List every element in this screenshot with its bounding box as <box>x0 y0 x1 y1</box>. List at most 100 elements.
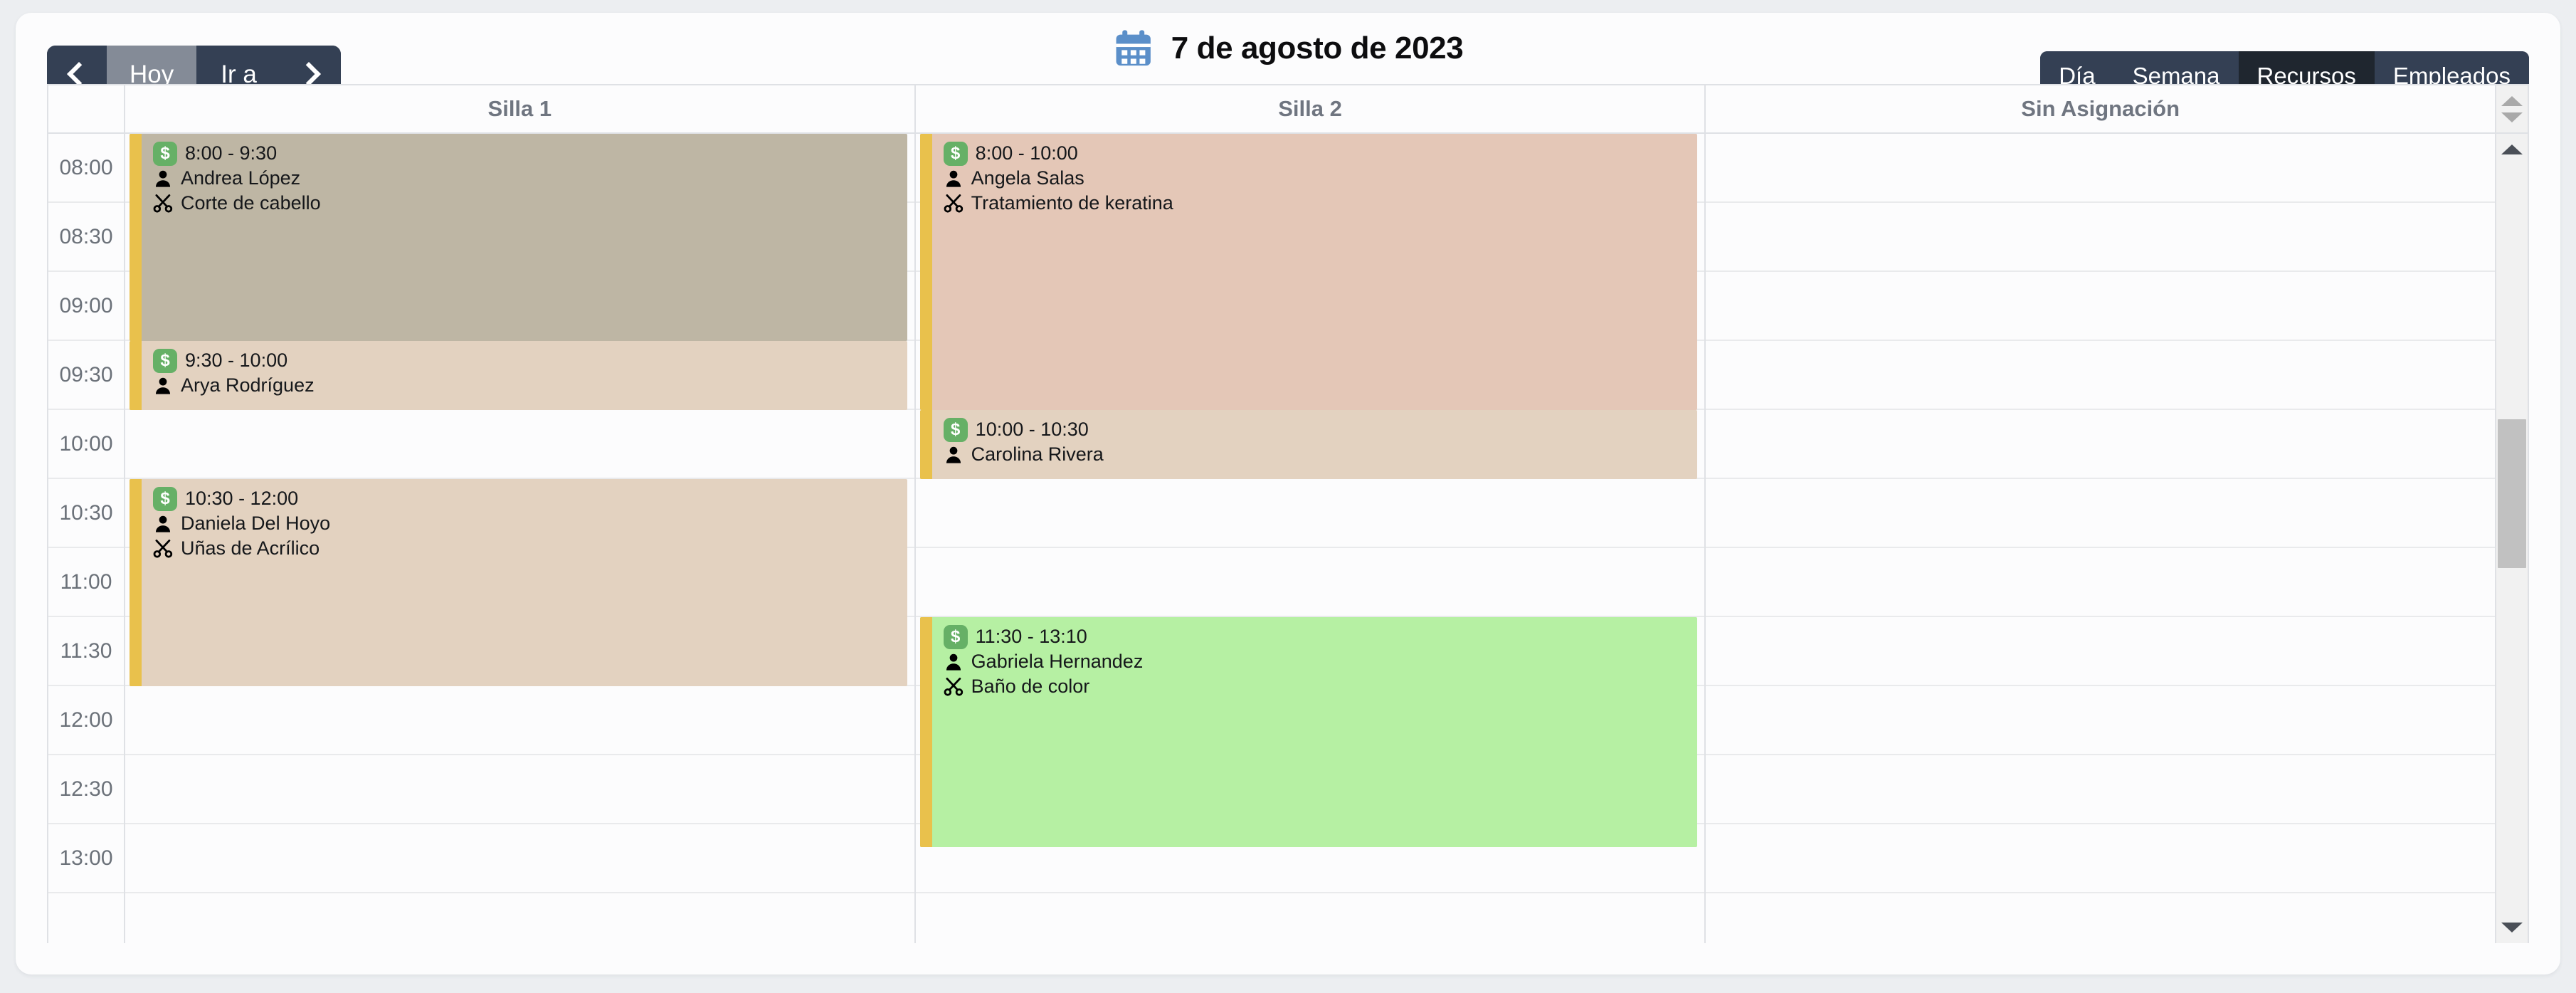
money-badge-icon: $ <box>153 141 177 166</box>
resource-columns: $8:00 - 9:30 Andrea López Corte de cabello… <box>125 134 2497 943</box>
time-slot[interactable] <box>915 548 1705 617</box>
event-accent-bar <box>919 134 932 410</box>
time-slot[interactable] <box>1706 479 2496 548</box>
time-slot[interactable] <box>1706 410 2496 479</box>
toolbar: Hoy Ir a 7 de agosto de 2023 Día Semana … <box>16 13 2560 103</box>
event-accent-bar <box>919 617 932 848</box>
time-slot[interactable] <box>1706 755 2496 824</box>
time-slot[interactable] <box>125 824 914 893</box>
scrollbar-down-button[interactable] <box>2501 912 2523 943</box>
event-time-line: $8:00 - 10:00 <box>943 141 1698 166</box>
event-client-line: Arya Rodríguez <box>153 373 907 398</box>
calendar-event[interactable]: $8:00 - 9:30 Andrea López Corte de cabello <box>130 134 907 341</box>
event-time: 10:00 - 10:30 <box>975 419 1089 440</box>
scissors-icon <box>944 194 963 213</box>
calendar-icon <box>1116 30 1151 66</box>
calendar-event[interactable]: $8:00 - 10:00 Angela Salas Tratamiento de … <box>919 134 1698 410</box>
triangle-up-icon[interactable] <box>2501 95 2523 106</box>
time-label: 12:30 <box>48 755 124 824</box>
event-time-line: $9:30 - 10:00 <box>153 348 907 373</box>
event-client-name: Andrea López <box>181 167 301 189</box>
event-time: 9:30 - 10:00 <box>185 350 288 371</box>
time-label: 10:00 <box>48 410 124 479</box>
resource-calendar: Silla 1 Silla 2 Sin Asignación 08:00 08:3… <box>47 84 2530 943</box>
calendar-event[interactable]: $9:30 - 10:00 Arya Rodríguez <box>130 341 907 410</box>
event-body: $8:00 - 10:00 Angela Salas Tratamiento de … <box>932 134 1698 410</box>
money-badge-icon: $ <box>943 141 968 166</box>
time-label: 11:30 <box>48 617 124 686</box>
event-time: 10:30 - 12:00 <box>185 488 299 509</box>
person-icon <box>946 170 961 187</box>
vertical-scrollbar[interactable] <box>2496 134 2529 943</box>
event-client-name: Carolina Rivera <box>971 443 1104 466</box>
money-badge-icon: $ <box>943 624 968 649</box>
scrollbar-thumb[interactable] <box>2498 419 2526 569</box>
current-date-header: 7 de agosto de 2023 <box>1113 28 1464 69</box>
calendar-event[interactable]: $10:30 - 12:00 Daniela Del Hoyo Uñas de Ac… <box>130 479 907 686</box>
resource-column-silla-2[interactable]: $8:00 - 10:00 Angela Salas Tratamiento de … <box>915 134 1706 943</box>
scissors-icon <box>153 539 173 558</box>
time-label: 08:00 <box>48 134 124 203</box>
event-time-line: $8:00 - 9:30 <box>153 141 907 166</box>
event-body: $11:30 - 13:10 Gabriela Hernandez Baño de … <box>932 617 1698 847</box>
event-time: 8:00 - 10:00 <box>975 142 1078 164</box>
scrollbar-up-button[interactable] <box>2501 134 2523 165</box>
event-accent-bar <box>130 479 142 686</box>
event-client-name: Arya Rodríguez <box>181 374 315 396</box>
event-time-line: $10:30 - 12:00 <box>153 486 907 511</box>
time-slot[interactable] <box>1706 341 2496 410</box>
time-slot[interactable] <box>1706 617 2496 686</box>
scissors-icon <box>944 677 963 696</box>
time-label: 09:30 <box>48 341 124 410</box>
time-slot[interactable] <box>1706 686 2496 755</box>
header-spinner[interactable] <box>2496 85 2530 132</box>
event-client-line: Angela Salas <box>944 166 1698 191</box>
time-gutter-header <box>48 85 125 132</box>
time-slot[interactable] <box>125 686 914 755</box>
event-client-name: Angela Salas <box>971 167 1084 189</box>
time-slot[interactable] <box>125 755 914 824</box>
event-body: $8:00 - 9:30 Andrea López Corte de cabello <box>142 134 907 341</box>
person-icon <box>155 515 171 532</box>
time-label: 12:00 <box>48 686 124 755</box>
event-service-name: Corte de cabello <box>181 192 321 214</box>
time-label: 10:30 <box>48 479 124 548</box>
time-slot[interactable] <box>1706 824 2496 893</box>
triangle-down-icon[interactable] <box>2501 112 2523 122</box>
calendar-header-row: Silla 1 Silla 2 Sin Asignación <box>48 85 2530 134</box>
column-header-silla-2[interactable]: Silla 2 <box>916 85 1706 132</box>
column-header-silla-1[interactable]: Silla 1 <box>125 85 916 132</box>
person-icon <box>155 377 171 394</box>
column-header-sin-asignacion[interactable]: Sin Asignación <box>1706 85 2497 132</box>
time-slot[interactable] <box>915 479 1705 548</box>
resource-column-sin-asignacion[interactable] <box>1706 134 2497 943</box>
calendar-event[interactable]: $10:00 - 10:30 Carolina Rivera <box>919 410 1698 479</box>
event-client-line: Daniela Del Hoyo <box>153 511 907 536</box>
time-label: 08:30 <box>48 203 124 272</box>
money-badge-icon: $ <box>153 486 177 511</box>
event-service-line: Tratamiento de keratina <box>944 191 1698 216</box>
resource-column-silla-1[interactable]: $8:00 - 9:30 Andrea López Corte de cabello… <box>125 134 916 943</box>
event-client-name: Daniela Del Hoyo <box>181 513 331 535</box>
person-icon <box>946 446 961 463</box>
event-service-line: Baño de color <box>944 674 1698 699</box>
money-badge-icon: $ <box>153 348 177 373</box>
time-slot[interactable] <box>1706 134 2496 203</box>
page-title: 7 de agosto de 2023 <box>1171 31 1464 65</box>
event-client-line: Andrea López <box>153 166 907 191</box>
triangle-down-icon <box>2501 923 2523 932</box>
event-time-line: $11:30 - 13:10 <box>943 624 1698 649</box>
scissors-icon <box>153 194 173 213</box>
calendar-event[interactable]: $11:30 - 13:10 Gabriela Hernandez Baño de … <box>919 617 1698 848</box>
event-client-name: Gabriela Hernandez <box>971 651 1144 673</box>
time-slot[interactable] <box>1706 548 2496 617</box>
event-body: $10:00 - 10:30 Carolina Rivera <box>932 410 1698 479</box>
event-body: $10:30 - 12:00 Daniela Del Hoyo Uñas de Ac… <box>142 479 907 686</box>
time-slot[interactable] <box>125 410 914 479</box>
time-slot[interactable] <box>1706 203 2496 272</box>
event-time: 8:00 - 9:30 <box>185 142 278 164</box>
time-slot[interactable] <box>1706 272 2496 341</box>
event-body: $9:30 - 10:00 Arya Rodríguez <box>142 341 907 410</box>
event-service-name: Uñas de Acrílico <box>181 537 320 559</box>
scrollbar-track[interactable] <box>2496 165 2528 912</box>
